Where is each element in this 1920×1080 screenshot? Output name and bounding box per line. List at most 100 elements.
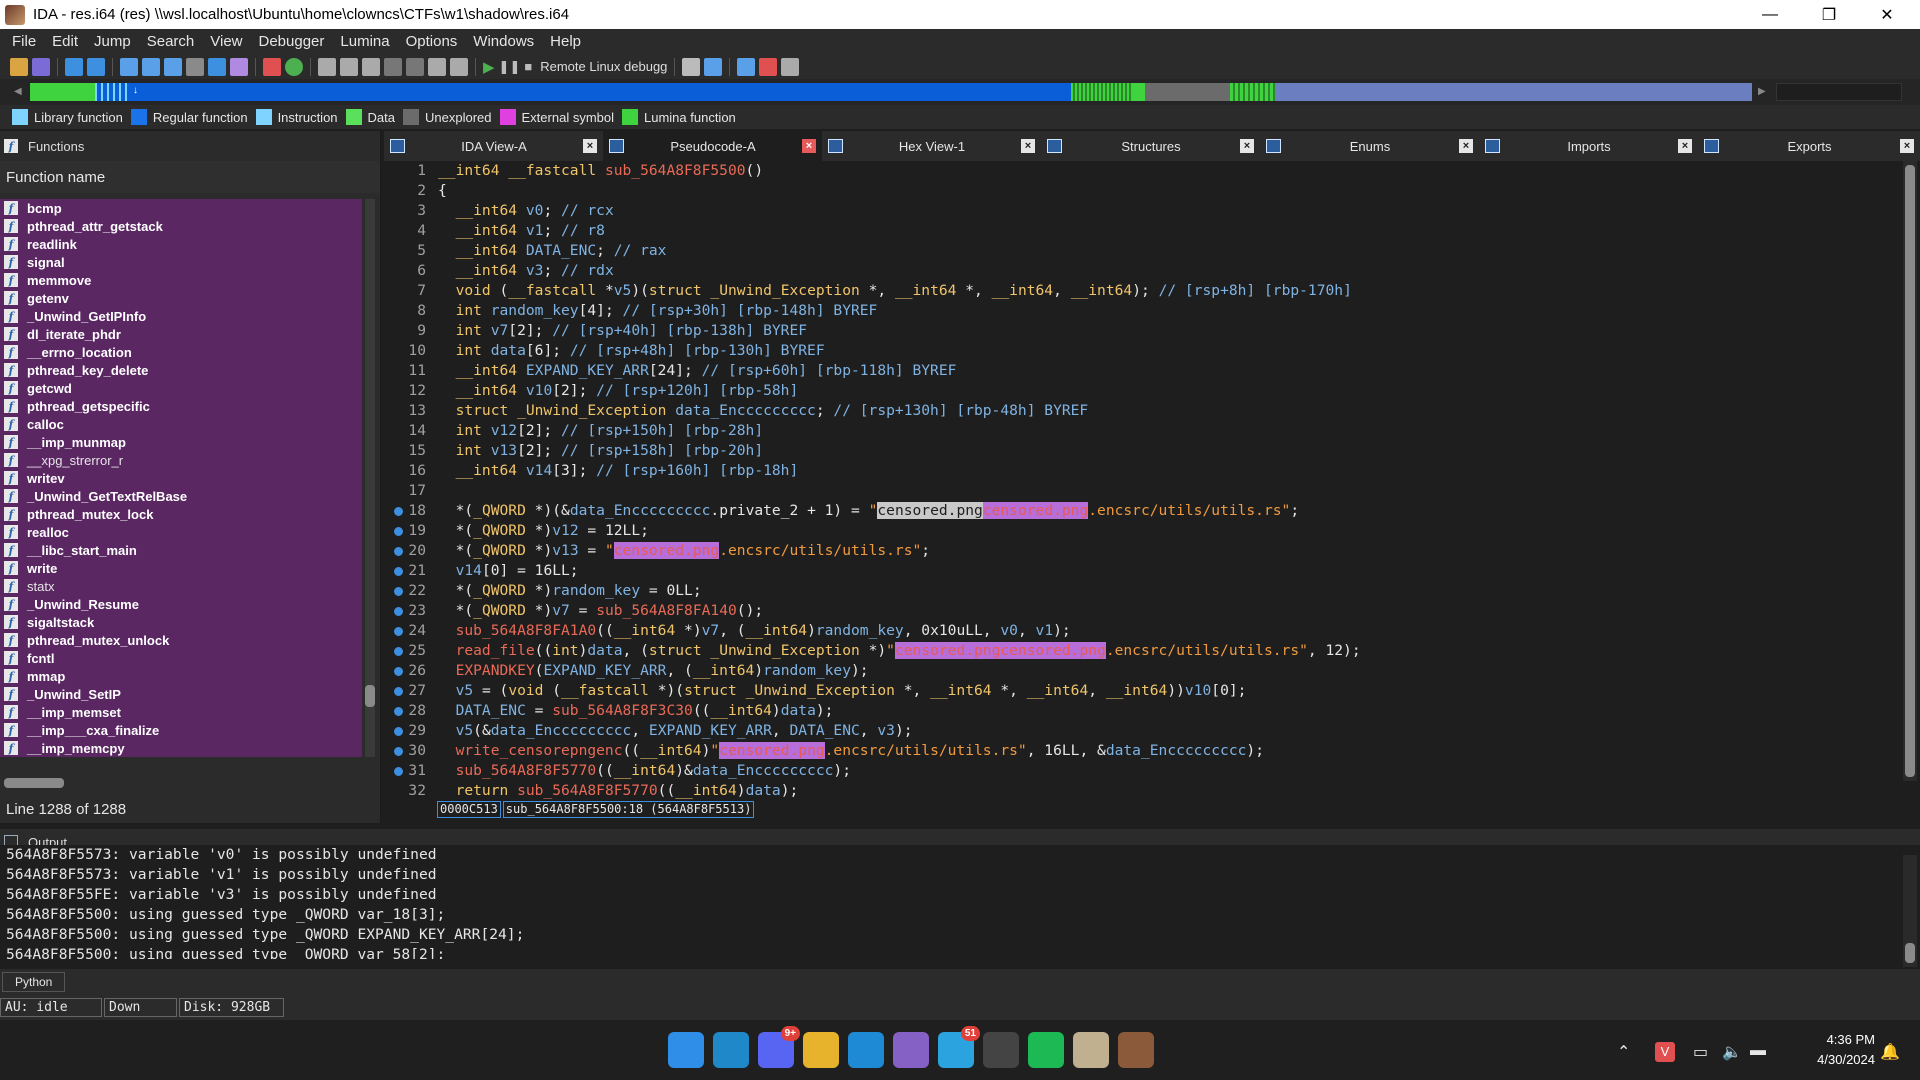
code-line[interactable]: 30 write_censorepngenc((__int64)"censore… — [384, 741, 1904, 761]
code-line[interactable]: 20 *(_QWORD *)v13 = "censored.png.encsrc… — [384, 541, 1904, 561]
menu-help[interactable]: Help — [542, 33, 589, 50]
code-line[interactable]: 22 *(_QWORD *)random_key = 0LL; — [384, 581, 1904, 601]
function-row[interactable]: f getcwd — [0, 379, 362, 397]
step-over-icon[interactable] — [362, 57, 380, 76]
spotify-icon[interactable] — [1028, 1032, 1064, 1068]
function-row[interactable]: f fcntl — [0, 649, 362, 667]
code-line[interactable]: 11 __int64 EXPAND_KEY_ARR[24]; // [rsp+6… — [384, 361, 1904, 381]
tab-pseudocode-a[interactable]: Pseudocode-A × — [603, 131, 822, 161]
code-line[interactable]: 19 *(_QWORD *)v12 = 12LL; — [384, 521, 1904, 541]
pause-icon[interactable]: ❚❚ — [499, 59, 521, 75]
breakpoint-dot-icon[interactable] — [394, 767, 403, 776]
flag-icon[interactable] — [781, 57, 800, 76]
process-icon[interactable] — [682, 57, 701, 76]
function-row[interactable]: f __imp_memcpy — [0, 739, 362, 757]
function-row[interactable]: f getenv — [0, 289, 362, 307]
function-list[interactable]: f bcmp f pthread_attr_getstack f readlink f sig… — [0, 199, 362, 757]
function-row[interactable]: f pthread_key_delete — [0, 361, 362, 379]
code-line[interactable]: 3 __int64 v0; // rcx — [384, 201, 1904, 221]
code-line[interactable]: 18 *(_QWORD *)(&data_Enccccccccc.private… — [384, 501, 1904, 521]
python-button[interactable]: Python — [2, 972, 66, 992]
edge-icon[interactable] — [713, 1032, 749, 1068]
text-icon[interactable] — [164, 57, 182, 76]
function-row[interactable]: f pthread_attr_getstack — [0, 217, 362, 235]
menu-edit[interactable]: Edit — [44, 33, 86, 50]
function-row[interactable]: f realloc — [0, 523, 362, 541]
navigation-band[interactable]: ◀ ↓ ▶ — [0, 79, 1920, 105]
function-row[interactable]: f calloc — [0, 415, 362, 433]
close-tab-icon[interactable]: × — [1900, 139, 1914, 153]
function-row[interactable]: f readlink — [0, 235, 362, 253]
refresh-icon[interactable] — [704, 57, 723, 76]
forward-icon[interactable] — [87, 57, 105, 76]
menu-debugger[interactable]: Debugger — [251, 33, 333, 50]
menu-windows[interactable]: Windows — [465, 33, 542, 50]
nav-right-arrow-icon[interactable]: ▶ — [1758, 86, 1766, 97]
function-name-column-header[interactable]: Function name — [0, 161, 380, 193]
binary-icon[interactable] — [120, 57, 138, 76]
navigation-strip[interactable]: ↓ — [30, 83, 1752, 101]
code-line[interactable]: 4 __int64 v1; // r8 — [384, 221, 1904, 241]
function-row[interactable]: f _Unwind_Resume — [0, 595, 362, 613]
function-row[interactable]: f dl_iterate_phdr — [0, 325, 362, 343]
scrollbar-thumb[interactable] — [1905, 165, 1915, 777]
nav-left-arrow-icon[interactable]: ◀ — [14, 86, 22, 97]
cancel-icon[interactable] — [450, 57, 468, 76]
breakpoint-dot-icon[interactable] — [394, 647, 403, 656]
breakpoint-dot-icon[interactable] — [394, 687, 403, 696]
code-line[interactable]: 26 EXPANDKEY(EXPAND_KEY_ARR, (__int64)ra… — [384, 661, 1904, 681]
output-scrollbar[interactable] — [1903, 855, 1917, 967]
file-explorer-icon[interactable] — [803, 1032, 839, 1068]
code-line[interactable]: 17 — [384, 481, 1904, 501]
code-line[interactable]: 10 int data[6]; // [rsp+48h] [rbp-130h] … — [384, 341, 1904, 361]
close-tab-icon[interactable]: × — [1240, 139, 1254, 153]
save-icon[interactable] — [32, 57, 50, 76]
minimize-button[interactable]: — — [1741, 0, 1799, 29]
terminal-icon[interactable] — [983, 1032, 1019, 1068]
vscode-icon[interactable] — [848, 1032, 884, 1068]
close-tab-icon[interactable]: × — [802, 139, 816, 153]
function-row[interactable]: f statx — [0, 577, 362, 595]
code-line[interactable]: 25 read_file((int)data, (struct _Unwind_… — [384, 641, 1904, 661]
scrollbar-thumb[interactable] — [1905, 943, 1915, 963]
menu-file[interactable]: File — [4, 33, 44, 50]
function-row[interactable]: f _Unwind_SetIP — [0, 685, 362, 703]
pseudocode-scrollbar[interactable] — [1903, 161, 1917, 781]
code-line[interactable]: 8 int random_key[4]; // [rsp+30h] [rbp-1… — [384, 301, 1904, 321]
function-row[interactable]: f signal — [0, 253, 362, 271]
network-icon[interactable]: ▭ — [1693, 1042, 1708, 1062]
restore-button[interactable]: ❐ — [1800, 0, 1858, 29]
code-line[interactable]: 24 sub_564A8F8FA1A0((__int64 *)v7, (__in… — [384, 621, 1904, 641]
menu-jump[interactable]: Jump — [86, 33, 139, 50]
menu-options[interactable]: Options — [398, 33, 466, 50]
app-icon[interactable] — [1073, 1032, 1109, 1068]
code-line[interactable]: 6 __int64 v3; // rdx — [384, 261, 1904, 281]
tab-structures[interactable]: Structures × — [1041, 131, 1260, 161]
menu-lumina[interactable]: Lumina — [332, 33, 397, 50]
breakpoint-dot-icon[interactable] — [394, 607, 403, 616]
code-line[interactable]: 29 v5(&data_Enccccccccc, EXPAND_KEY_ARR,… — [384, 721, 1904, 741]
breakpoint-icon[interactable] — [318, 57, 336, 76]
structs-icon[interactable] — [737, 57, 756, 76]
tray-app-icon[interactable]: V — [1655, 1042, 1675, 1062]
code-line[interactable]: 21 v14[0] = 16LL; — [384, 561, 1904, 581]
breakpoint-dot-icon[interactable] — [394, 587, 403, 596]
run-script-icon[interactable] — [285, 57, 303, 76]
jump-icon[interactable] — [208, 57, 226, 76]
function-row[interactable]: f memmove — [0, 271, 362, 289]
menu-view[interactable]: View — [202, 33, 250, 50]
code-line[interactable]: 15 int v13[2]; // [rsp+158h] [rbp-20h] — [384, 441, 1904, 461]
volume-icon[interactable]: 🔈 — [1722, 1042, 1742, 1062]
breakpoint-dot-icon[interactable] — [394, 567, 403, 576]
visual-studio-icon[interactable] — [893, 1032, 929, 1068]
notification-bell-icon[interactable]: 🔔 — [1880, 1042, 1900, 1062]
close-window-button[interactable]: ✕ — [1858, 0, 1916, 29]
functions-horizontal-scrollbar[interactable] — [4, 778, 64, 788]
function-row[interactable]: f __imp_munmap — [0, 433, 362, 451]
function-row[interactable]: f sigaltstack — [0, 613, 362, 631]
breakpoint-dot-icon[interactable] — [394, 747, 403, 756]
breakpoint-dot-icon[interactable] — [394, 707, 403, 716]
close-tab-icon[interactable]: × — [1678, 139, 1692, 153]
back-icon[interactable] — [65, 57, 83, 76]
function-row[interactable]: f pthread_getspecific — [0, 397, 362, 415]
